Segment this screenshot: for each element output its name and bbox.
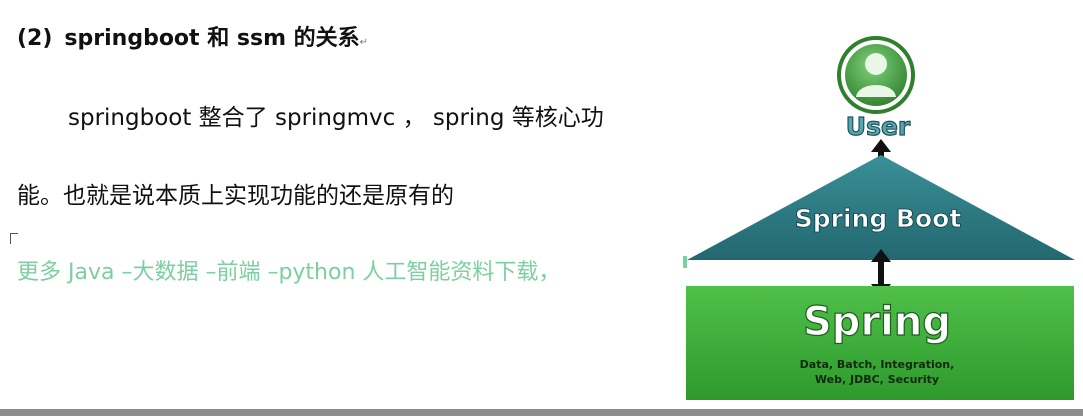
spring-modules-line-1: Data, Batch, Integration,	[800, 358, 955, 371]
bottom-scrollbar-edge	[0, 409, 1083, 416]
user-icon	[837, 36, 915, 114]
spring-boot-label: Spring Boot	[795, 204, 962, 233]
spring-architecture-diagram: User Spring Boot Spring Data, Batch, Int…	[686, 36, 1075, 400]
promo-text: 更多 Java –大数据 –前端 –python 人工智能资料下载，	[17, 260, 561, 285]
text-boundary-marker	[10, 233, 18, 244]
heading-title: springboot 和 ssm 的关系	[64, 26, 360, 51]
spring-modules-line-2: Web, JDBC, Security	[815, 373, 939, 386]
heading-number: (2)	[17, 26, 53, 51]
spring-label: Spring	[803, 299, 951, 345]
section-heading: (2) springboot 和 ssm 的关系↵	[17, 20, 368, 52]
body-text-line-2: 能。也就是说本质上实现功能的还是原有的	[17, 183, 454, 209]
user-label: User	[846, 112, 911, 141]
body-text-line-1: springboot 整合了 springmvc ， spring 等核心功	[68, 105, 604, 131]
paragraph-mark-icon: ↵	[359, 37, 369, 48]
